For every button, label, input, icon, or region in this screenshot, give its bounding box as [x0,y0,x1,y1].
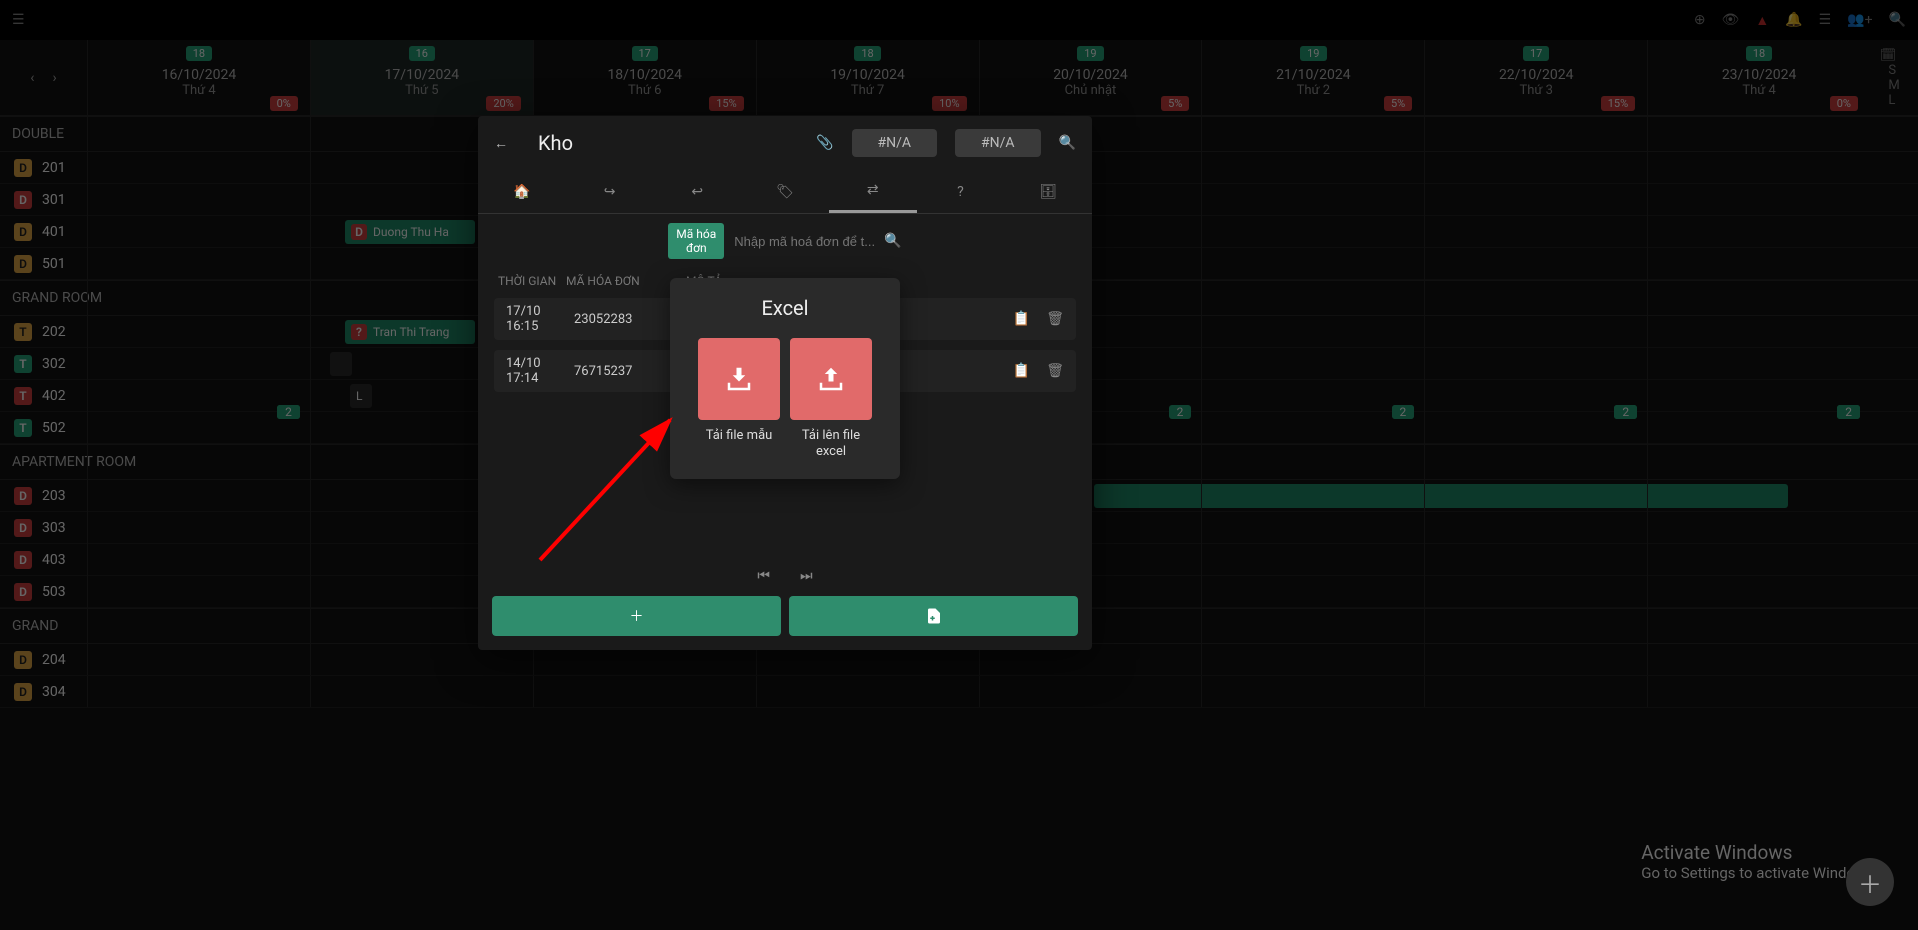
invoice-code-input[interactable] [734,234,874,249]
windows-watermark: Activate Windows Go to Settings to activ… [1641,841,1878,882]
pager: ⏮ ⏭ [478,556,1092,596]
copy-icon[interactable]: 📋 [1013,311,1030,327]
first-page-icon[interactable]: ⏮ [757,568,770,584]
home-tab[interactable]: 🏠 [478,170,566,213]
panel-title: Kho [538,131,573,155]
add-file-button[interactable] [789,596,1078,636]
archive-tab[interactable]: 🗄 [1004,170,1092,213]
attachment-icon[interactable]: 📎 [816,135,833,151]
logout-tab[interactable]: ↩ [653,170,741,213]
panel-tabs: 🏠 ↪ ↩ 🏷 ⇄ ? 🗄 [478,170,1092,214]
upload-excel-button[interactable]: Tải lên file excel [790,338,872,459]
watermark-line2: Go to Settings to activate Windows. [1641,864,1878,882]
chip-b[interactable]: #N/A [955,129,1041,157]
panel-footer: ＋ [478,596,1092,650]
download-icon [724,364,754,394]
fab-add[interactable]: ＋ [1846,858,1894,906]
upload-label: Tải lên file excel [790,428,872,459]
search-submit-icon[interactable]: 🔍 [884,233,901,249]
row-time: 17/10 16:15 [506,304,574,334]
add-button[interactable]: ＋ [492,596,781,636]
excel-popover: Excel Tải file mẫu Tải lên file excel [670,278,900,479]
panel-header: ← Kho 📎 #N/A #N/A 🔍 [478,116,1092,170]
search-row: Mã hóa đơn 🔍 [478,214,1092,268]
last-page-icon[interactable]: ⏭ [800,568,813,584]
excel-title: Excel [684,296,886,320]
chip-a[interactable]: #N/A [852,129,938,157]
login-tab[interactable]: ↪ [566,170,654,213]
upload-icon [816,364,846,394]
col-time: THỜI GIAN [498,274,566,288]
file-plus-icon [925,607,943,625]
copy-icon[interactable]: 📋 [1013,363,1030,379]
delete-icon[interactable]: 🗑 [1046,363,1064,379]
row-time: 14/10 17:14 [506,356,574,386]
delete-icon[interactable]: 🗑 [1046,311,1064,327]
help-tab[interactable]: ? [917,170,1005,213]
panel-search-icon[interactable]: 🔍 [1059,135,1076,151]
watermark-line1: Activate Windows [1641,841,1878,864]
back-icon[interactable]: ← [494,135,508,152]
download-label: Tải file mẫu [706,428,773,444]
transfer-tab[interactable]: ⇄ [829,170,917,213]
download-template-button[interactable]: Tải file mẫu [698,338,780,459]
col-code: MÃ HÓA ĐƠN [566,274,686,288]
tag-tab[interactable]: 🏷 [741,170,829,213]
invoice-code-button[interactable]: Mã hóa đơn [668,223,724,260]
